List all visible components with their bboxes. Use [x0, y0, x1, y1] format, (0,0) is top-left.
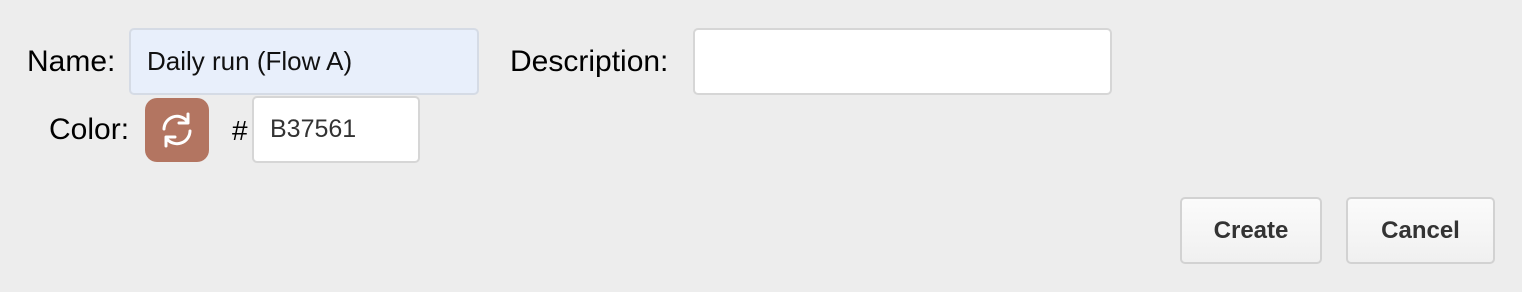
hash-label: #	[232, 115, 248, 146]
refresh-icon	[162, 112, 192, 148]
create-button[interactable]: Create	[1180, 197, 1322, 264]
description-label: Description:	[510, 45, 669, 78]
color-swatch-button[interactable]	[145, 98, 209, 162]
color-label: Color:	[49, 113, 130, 146]
name-label: Name:	[27, 45, 116, 78]
color-hex-input[interactable]	[252, 96, 420, 163]
name-input[interactable]	[129, 28, 479, 95]
cancel-button[interactable]: Cancel	[1346, 197, 1495, 264]
description-input[interactable]	[693, 28, 1112, 95]
